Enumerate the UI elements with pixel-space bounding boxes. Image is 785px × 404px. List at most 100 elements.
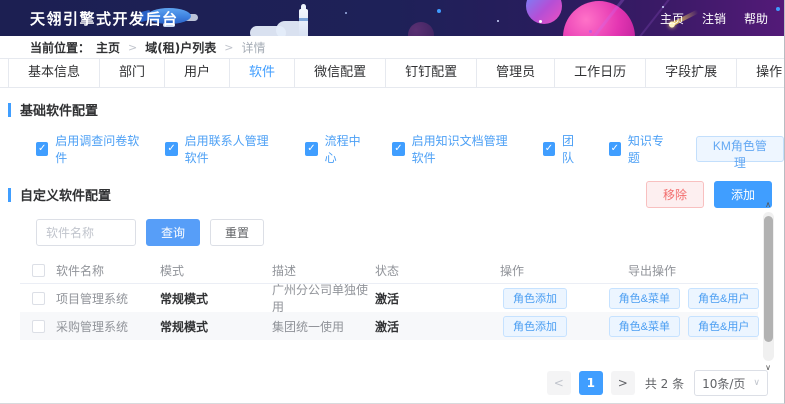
- chevron-up-icon[interactable]: ∧: [765, 200, 771, 210]
- planet-icon: [408, 22, 434, 36]
- custom-software-section-header: 自定义软件配置 移除 添加: [0, 181, 784, 208]
- nav-help-link[interactable]: 帮助: [744, 10, 768, 27]
- query-button[interactable]: 查询: [146, 219, 201, 246]
- row-checkbox[interactable]: [31, 319, 45, 333]
- star-icon: [589, 30, 592, 33]
- column-header-name: 软件名称: [56, 264, 105, 278]
- tab-user[interactable]: 用户: [165, 59, 231, 87]
- page-size-select[interactable]: 10条/页 ∨: [694, 370, 768, 396]
- column-header-status: 状态: [375, 264, 400, 278]
- scrollbar-track[interactable]: [762, 212, 774, 361]
- cell-mode: 常规模式: [160, 291, 209, 306]
- tab-basic-info[interactable]: 基本信息: [8, 59, 101, 87]
- table-row: 采购管理系统 常规模式 集团统一使用 激活 角色添加 角色&菜单 角色&用户: [20, 312, 760, 340]
- tab-department[interactable]: 部门: [100, 59, 166, 87]
- column-header-export: 导出操作: [628, 264, 677, 278]
- checked-checkbox-icon: ✓: [36, 142, 49, 156]
- app-title: 天翎引擎式开发后台: [30, 9, 179, 28]
- tab-work-calendar[interactable]: 工作日历: [555, 59, 647, 87]
- breadcrumb: 当前位置： 主页 > 域(租)户列表 > 详情: [0, 36, 784, 58]
- cell-software-name: 项目管理系统: [56, 291, 129, 306]
- breadcrumb-separator: >: [128, 40, 138, 54]
- star-icon: [345, 12, 347, 14]
- software-name-input[interactable]: [36, 219, 136, 246]
- export-role-menu-button[interactable]: 角色&菜单: [608, 315, 680, 337]
- export-role-menu-button[interactable]: 角色&菜单: [608, 287, 680, 309]
- select-all-checkbox[interactable]: [31, 264, 45, 277]
- prev-page-button[interactable]: <: [546, 371, 571, 395]
- tab-wechat-config[interactable]: 微信配置: [295, 59, 387, 87]
- nav-logout-link[interactable]: 注销: [702, 10, 726, 27]
- row-checkbox[interactable]: [31, 291, 45, 305]
- scrollbar-thumb[interactable]: [763, 216, 773, 342]
- tab-bar: 基本信息 部门 用户 软件 微信配置 钉钉配置 管理员 工作日历 字段扩展 操作…: [0, 58, 784, 88]
- cell-software-name: 采购管理系统: [56, 319, 129, 334]
- custom-software-section-title: 自定义软件配置: [8, 185, 111, 204]
- export-role-user-button[interactable]: 角色&用户: [688, 315, 760, 337]
- role-add-button[interactable]: 角色添加: [503, 287, 567, 309]
- checked-checkbox-icon: ✓: [392, 142, 405, 156]
- export-role-user-button[interactable]: 角色&用户: [688, 287, 760, 309]
- cell-status: 激活: [375, 319, 400, 334]
- column-header-action: 操作: [500, 264, 525, 278]
- column-header-mode: 模式: [160, 264, 185, 278]
- table-row: 项目管理系统 常规模式 广州分公司单独使用 激活 角色添加 角色&菜单 角色&用…: [20, 283, 760, 314]
- total-count-label: 共 2 条: [644, 376, 685, 391]
- role-add-button[interactable]: 角色添加: [503, 315, 567, 337]
- remove-button[interactable]: 移除: [645, 181, 704, 208]
- checked-checkbox-icon: ✓: [608, 142, 621, 156]
- chevron-left-icon: <: [553, 376, 564, 390]
- planet-icon: [526, 0, 562, 24]
- base-software-section-title: 基础软件配置: [8, 100, 784, 119]
- lighthouse-icon: [299, 4, 308, 36]
- page-number-button[interactable]: 1: [578, 371, 603, 395]
- star-icon: [437, 9, 441, 13]
- checked-checkbox-icon: ✓: [165, 142, 178, 156]
- table-action-buttons: 移除 添加: [645, 181, 772, 208]
- tab-dingtalk-config[interactable]: 钉钉配置: [386, 59, 478, 87]
- chevron-down-icon: ∨: [753, 378, 760, 388]
- cell-description: 广州分公司单独使用: [272, 283, 369, 314]
- column-header-description: 描述: [272, 264, 297, 278]
- app-window: 天翎引擎式开发后台 主页 注销 帮助 当前位置： 主页 > 域(租)户列表 > …: [0, 0, 785, 404]
- checkbox-process-center[interactable]: ✓ 流程中心: [305, 132, 366, 166]
- tab-admin[interactable]: 管理员: [477, 59, 556, 87]
- cell-mode: 常规模式: [160, 319, 209, 334]
- breadcrumb-item-tenant-list[interactable]: 域(租)户列表: [145, 39, 216, 56]
- table-scrollbar: ∧ ∨: [762, 200, 774, 373]
- breadcrumb-item-detail: 详情: [241, 40, 266, 55]
- software-search-row: 查询 重置: [36, 219, 784, 246]
- star-icon: [497, 20, 499, 22]
- star-icon: [776, 7, 780, 11]
- page-size-value: 10条/页: [702, 376, 746, 391]
- checkbox-knowledge-doc-software[interactable]: ✓ 启用知识文档管理软件: [392, 132, 517, 166]
- pagination: < 1 > 共 2 条 10条/页 ∨: [546, 370, 768, 396]
- breadcrumb-prefix: 当前位置：: [30, 40, 91, 55]
- tab-operation-log[interactable]: 操作日志: [737, 59, 784, 87]
- checked-checkbox-icon: ✓: [542, 142, 555, 156]
- section-accent-bar: [8, 187, 11, 202]
- checkbox-contact-software[interactable]: ✓ 启用联系人管理软件: [165, 132, 279, 166]
- app-header: 天翎引擎式开发后台 主页 注销 帮助: [0, 0, 784, 36]
- cell-description: 集团统一使用: [272, 319, 345, 334]
- table-header-row: 软件名称 模式 描述 状态 操作 导出操作: [20, 258, 758, 284]
- tab-field-extension[interactable]: 字段扩展: [646, 59, 738, 87]
- checkbox-knowledge-topic[interactable]: ✓ 知识专题: [608, 132, 670, 166]
- km-role-manage-button[interactable]: KM角色管理: [695, 136, 784, 170]
- checkbox-survey-software[interactable]: ✓ 启用调查问卷软件: [36, 132, 139, 166]
- cell-status: 激活: [375, 291, 400, 306]
- chevron-right-icon: >: [617, 376, 628, 390]
- checkbox-team[interactable]: ✓ 团队: [542, 132, 583, 166]
- header-nav: 主页 注销 帮助: [660, 0, 768, 36]
- checked-checkbox-icon: ✓: [305, 142, 318, 156]
- tab-software[interactable]: 软件: [230, 59, 296, 87]
- base-software-checkboxes: ✓ 启用调查问卷软件 ✓ 启用联系人管理软件 ✓ 流程中心 ✓ 启用知识文档管理…: [36, 132, 784, 170]
- section-accent-bar: [8, 102, 11, 117]
- nav-home-link[interactable]: 主页: [660, 10, 684, 27]
- breadcrumb-separator: >: [224, 40, 234, 54]
- star-icon: [539, 20, 542, 23]
- next-page-button[interactable]: >: [610, 371, 635, 395]
- reset-button[interactable]: 重置: [210, 219, 265, 246]
- breadcrumb-item-home[interactable]: 主页: [96, 39, 120, 56]
- software-table: 软件名称 模式 描述 状态 操作 导出操作 项目管理系统 常规模式 广州分公司单…: [20, 258, 760, 340]
